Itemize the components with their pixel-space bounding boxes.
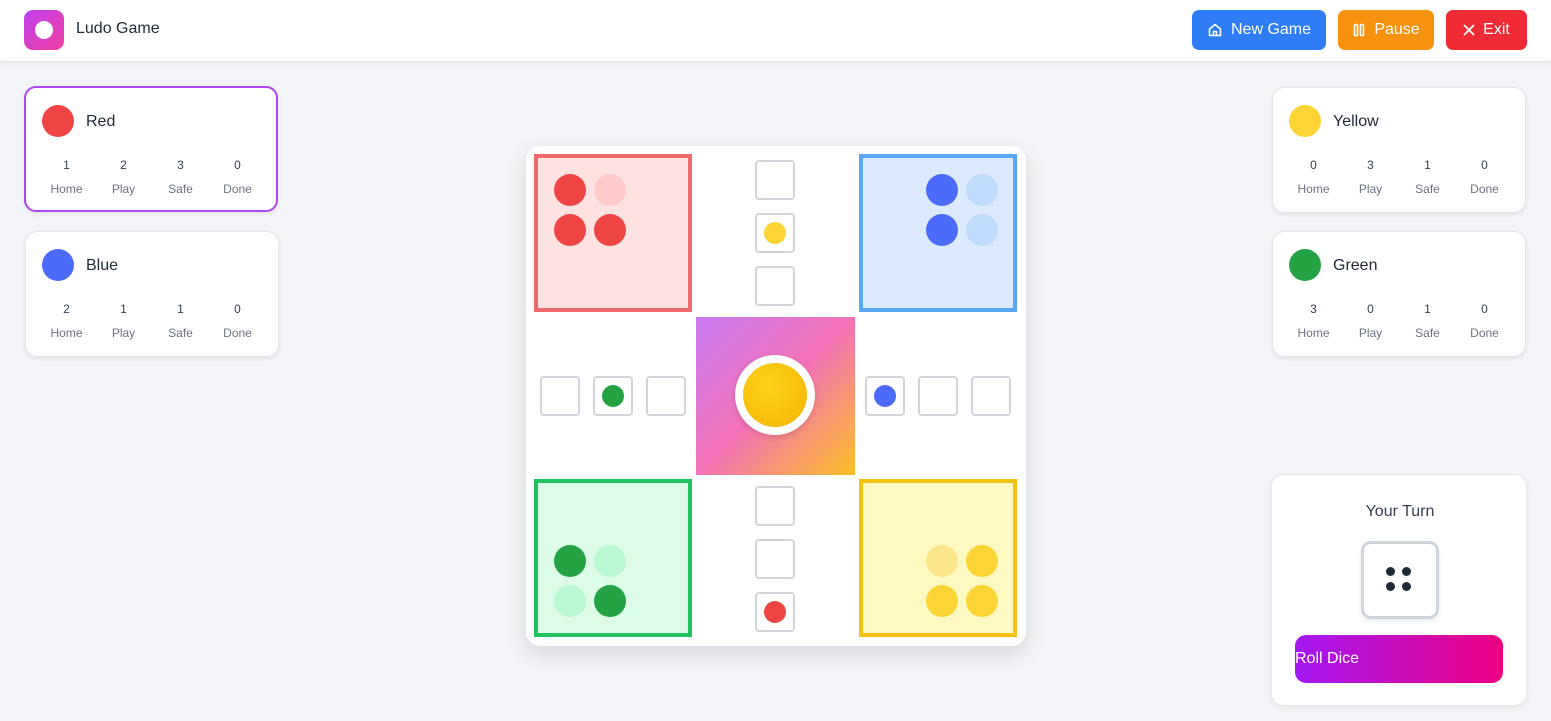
token-blue[interactable]: [926, 174, 958, 206]
board-center-home: [696, 317, 855, 475]
stat-play: 3 Play: [1358, 158, 1383, 196]
logo-dot: [35, 21, 53, 39]
dice-pip: [1386, 567, 1395, 576]
token-slot-green: [554, 585, 586, 617]
board-cell[interactable]: [540, 376, 580, 416]
stat-home: 1 Home: [50, 158, 83, 196]
stat-safe: 1 Safe: [1415, 302, 1440, 340]
player-stats: 1 Home 2 Play 3 Safe 0 Done: [38, 158, 266, 196]
token-yellow[interactable]: [764, 222, 786, 244]
board-cell[interactable]: [918, 376, 958, 416]
token-green[interactable]: [602, 385, 624, 407]
stat-home: 2 Home: [50, 302, 83, 340]
token-yellow[interactable]: [926, 585, 958, 617]
token-blue[interactable]: [874, 385, 896, 407]
dice-pip: [1402, 567, 1411, 576]
new-game-label: New Game: [1230, 21, 1312, 38]
center-coin-icon: [735, 355, 815, 435]
player-stats: 3 Home 0 Play 1 Safe 0 Done: [1285, 302, 1513, 340]
token-green[interactable]: [594, 585, 626, 617]
player-card-blue: Blue 2 Home 1 Play 1 Safe 0 Done: [25, 231, 279, 357]
token-yellow[interactable]: [966, 545, 998, 577]
token-green[interactable]: [554, 545, 586, 577]
ludo-board: [526, 146, 1026, 646]
board-cell[interactable]: [755, 486, 795, 526]
pause-button[interactable]: Pause: [1338, 10, 1434, 50]
board-cell[interactable]: [755, 213, 795, 253]
stat-play: 0 Play: [1358, 302, 1383, 340]
top-bar: Ludo Game New Game Pause Exit: [0, 0, 1551, 62]
dice-pip: [1402, 582, 1411, 591]
board-cell[interactable]: [593, 376, 633, 416]
board-cell[interactable]: [646, 376, 686, 416]
new-game-button[interactable]: New Game: [1192, 10, 1326, 50]
player-name: Yellow: [1333, 113, 1379, 130]
player-color-dot: [1289, 105, 1321, 137]
center-coin-inner: [743, 363, 807, 427]
stat-safe: 1 Safe: [168, 302, 193, 340]
board-cell[interactable]: [755, 266, 795, 306]
yard-green: [534, 479, 692, 637]
token-slot-red: [594, 174, 626, 206]
stat-home: 3 Home: [1297, 302, 1330, 340]
stat-done: 0 Done: [1470, 158, 1499, 196]
stat-safe: 1 Safe: [1415, 158, 1440, 196]
board-cell[interactable]: [755, 592, 795, 632]
token-red[interactable]: [554, 174, 586, 206]
player-stats: 0 Home 3 Play 1 Safe 0 Done: [1285, 158, 1513, 196]
token-blue[interactable]: [926, 214, 958, 246]
player-card-yellow: Yellow 0 Home 3 Play 1 Safe 0 Done: [1272, 87, 1526, 213]
yard-blue: [859, 154, 1017, 312]
exit-button[interactable]: Exit: [1446, 10, 1527, 50]
token-slot-blue: [966, 214, 998, 246]
player-name: Green: [1333, 257, 1378, 274]
board-cell[interactable]: [971, 376, 1011, 416]
player-color-dot: [42, 249, 74, 281]
player-name: Blue: [86, 257, 119, 274]
roll-dice-button[interactable]: Roll Dice: [1295, 635, 1503, 683]
player-name: Red: [86, 113, 116, 130]
pause-label: Pause: [1374, 21, 1420, 38]
stat-home: 0 Home: [1297, 158, 1330, 196]
turn-panel: Your Turn Roll Dice: [1271, 474, 1527, 706]
token-yellow[interactable]: [966, 585, 998, 617]
player-card-green: Green 3 Home 0 Play 1 Safe 0 Done: [1272, 231, 1526, 357]
exit-label: Exit: [1483, 21, 1510, 38]
dice[interactable]: [1361, 541, 1439, 619]
token-slot-green: [594, 545, 626, 577]
yard-red: [534, 154, 692, 312]
ludo-logo-icon: [24, 10, 64, 50]
app-title: Ludo Game: [76, 20, 160, 37]
stat-play: 2 Play: [111, 158, 136, 196]
board-cell[interactable]: [865, 376, 905, 416]
token-red[interactable]: [594, 214, 626, 246]
home-icon: [1208, 23, 1222, 37]
pause-icon: [1354, 23, 1365, 37]
token-slot-yellow: [926, 545, 958, 577]
stat-safe: 3 Safe: [168, 158, 193, 196]
player-card-red: Red 1 Home 2 Play 3 Safe 0 Done: [24, 86, 278, 212]
stat-done: 0 Done: [223, 302, 252, 340]
token-red[interactable]: [554, 214, 586, 246]
stat-play: 1 Play: [111, 302, 136, 340]
stat-done: 0 Done: [223, 158, 252, 196]
board-cell[interactable]: [755, 160, 795, 200]
yard-yellow: [859, 479, 1017, 637]
turn-label: Your Turn: [1365, 503, 1435, 520]
board-cell[interactable]: [755, 539, 795, 579]
dice-pip: [1386, 582, 1395, 591]
player-stats: 2 Home 1 Play 1 Safe 0 Done: [38, 302, 266, 340]
close-icon: [1463, 24, 1475, 36]
token-slot-blue: [966, 174, 998, 206]
token-red[interactable]: [764, 601, 786, 623]
stat-done: 0 Done: [1470, 302, 1499, 340]
player-color-dot: [1289, 249, 1321, 281]
player-color-dot: [42, 105, 74, 137]
